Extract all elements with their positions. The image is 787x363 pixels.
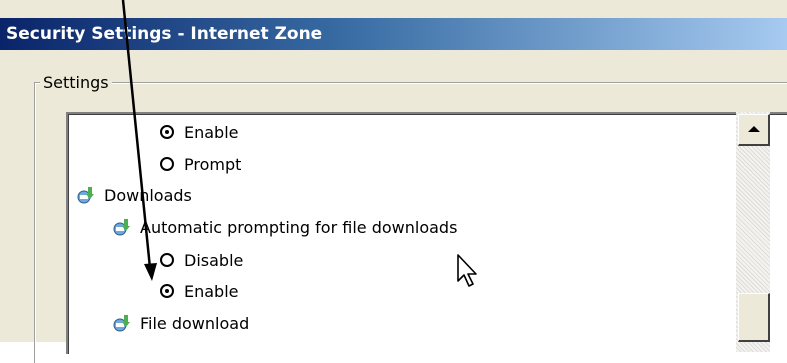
annotation-arrow-icon: [121, 0, 157, 281]
mouse-pointer-icon: [457, 254, 477, 287]
